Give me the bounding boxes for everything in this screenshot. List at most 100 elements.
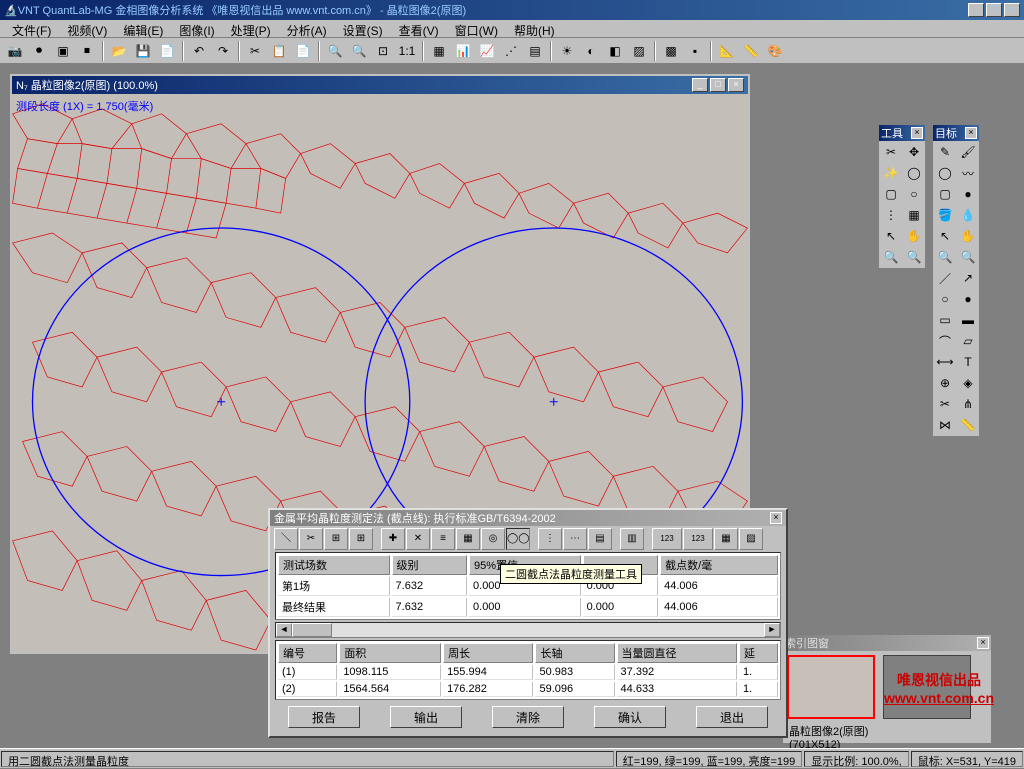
fillellipse-icon[interactable]: ● xyxy=(957,289,979,309)
wand-tool-icon[interactable]: ✨ xyxy=(880,163,902,183)
menu-window[interactable]: 窗口(W) xyxy=(447,21,506,36)
dimension-icon[interactable]: ⟷ xyxy=(934,352,956,372)
new-icon[interactable]: 📄 xyxy=(156,40,178,62)
output-button[interactable]: 输出 xyxy=(390,706,462,728)
tool-colors2-icon[interactable]: ▨ xyxy=(739,528,763,550)
table1-hscrollbar[interactable]: ◄► xyxy=(275,622,781,638)
img-minimize-button[interactable]: _ xyxy=(692,78,708,92)
tool-grid8-icon[interactable]: ⊞ xyxy=(349,528,373,550)
tool-cross-icon[interactable]: ✚ xyxy=(381,528,405,550)
stop-icon[interactable]: ⏹ xyxy=(76,40,98,62)
circle-select-icon[interactable]: ○ xyxy=(903,184,925,204)
confirm-button[interactable]: 确认 xyxy=(594,706,666,728)
tool-2circle-icon[interactable]: ◯◯ xyxy=(506,528,530,550)
dialog-close-icon[interactable]: × xyxy=(770,512,782,524)
scissor-icon[interactable]: ✂ xyxy=(934,394,956,414)
scatter-icon[interactable]: ⋰ xyxy=(500,40,522,62)
tool-xcross-icon[interactable]: ✕ xyxy=(406,528,430,550)
grid-tool-icon[interactable]: ▦ xyxy=(903,205,925,225)
overlay-icon[interactable]: ▤ xyxy=(524,40,546,62)
tool-cut-icon[interactable]: ✂ xyxy=(299,528,323,550)
maximize-button[interactable]: ❐ xyxy=(986,3,1002,17)
menu-file[interactable]: 文件(F) xyxy=(4,21,59,36)
tool-hlines-icon[interactable]: ≡ xyxy=(431,528,455,550)
camera-icon[interactable]: 📷 xyxy=(4,40,26,62)
menu-analyze[interactable]: 分析(A) xyxy=(279,21,335,36)
spray-icon[interactable]: 〰 xyxy=(957,163,979,183)
zoomin-tool-icon[interactable]: 🔍 xyxy=(880,247,902,267)
join-icon[interactable]: ⋈ xyxy=(934,415,956,435)
tool-grid4-icon[interactable]: ⊞ xyxy=(324,528,348,550)
ruler-icon[interactable]: 📐 xyxy=(716,40,738,62)
record-icon[interactable]: ⏺ xyxy=(28,40,50,62)
save-icon[interactable]: 💾 xyxy=(132,40,154,62)
lasso-tool-icon[interactable]: ◯ xyxy=(903,163,925,183)
pointer-tool-icon[interactable]: ↖ xyxy=(880,226,902,246)
img-maximize-button[interactable]: □ xyxy=(710,78,726,92)
measure-icon[interactable]: 📏 xyxy=(740,40,762,62)
rect-select-icon[interactable]: ▢ xyxy=(880,184,902,204)
exit-button[interactable]: 退出 xyxy=(696,706,768,728)
paste-icon[interactable]: 📄 xyxy=(292,40,314,62)
open-icon[interactable]: 📂 xyxy=(108,40,130,62)
fillcircle-icon[interactable]: ● xyxy=(957,184,979,204)
tzoomout-icon[interactable]: 🔍 xyxy=(957,247,979,267)
img-close-button[interactable]: × xyxy=(728,78,744,92)
tool-dots3-icon[interactable]: ⋮ xyxy=(538,528,562,550)
tzoomin-icon[interactable]: 🔍 xyxy=(934,247,956,267)
tool-grid-icon[interactable]: ▦ xyxy=(456,528,480,550)
capture-icon[interactable]: ▣ xyxy=(52,40,74,62)
histogram-icon[interactable]: 📊 xyxy=(452,40,474,62)
tpointer-icon[interactable]: ↖ xyxy=(934,226,956,246)
zoomout-icon[interactable]: 🔍 xyxy=(348,40,370,62)
menu-image[interactable]: 图像(I) xyxy=(171,21,222,36)
menu-process[interactable]: 处理(P) xyxy=(223,21,279,36)
dots-tool-icon[interactable]: ⋮ xyxy=(880,205,902,225)
redo-icon[interactable]: ↷ xyxy=(212,40,234,62)
thumbnail-selected[interactable] xyxy=(787,655,875,719)
tool-123a-icon[interactable]: 123 xyxy=(652,528,682,550)
dropper-icon[interactable]: 💧 xyxy=(957,205,979,225)
split-icon[interactable]: ⋔ xyxy=(957,394,979,414)
minimize-button[interactable]: _ xyxy=(968,3,984,17)
menu-help[interactable]: 帮助(H) xyxy=(506,21,563,36)
tool-target-icon[interactable]: ◎ xyxy=(481,528,505,550)
index-panel-close-icon[interactable]: × xyxy=(977,637,989,649)
tools-panel-close-icon[interactable]: × xyxy=(911,127,923,139)
onetoone-icon[interactable]: 1:1 xyxy=(396,40,418,62)
fill-icon[interactable]: 🪣 xyxy=(934,205,956,225)
tool-dots6-icon[interactable]: ⋯ xyxy=(563,528,587,550)
anchor-icon[interactable]: ⊕ xyxy=(934,373,956,393)
cut-icon[interactable]: ✂ xyxy=(244,40,266,62)
close-button[interactable]: × xyxy=(1004,3,1020,17)
hand-tool-icon[interactable]: ✋ xyxy=(903,226,925,246)
chart-icon[interactable]: 📈 xyxy=(476,40,498,62)
menu-settings[interactable]: 设置(S) xyxy=(335,21,391,36)
brightness-icon[interactable]: ☀ xyxy=(556,40,578,62)
zoomout-tool-icon[interactable]: 🔍 xyxy=(903,247,925,267)
invert-icon[interactable]: ◧ xyxy=(604,40,626,62)
copy-icon[interactable]: 📋 xyxy=(268,40,290,62)
text-icon[interactable]: T xyxy=(957,352,979,372)
threshold-icon[interactable]: ▨ xyxy=(628,40,650,62)
rect-icon[interactable]: ▭ xyxy=(934,310,956,330)
move-tool-icon[interactable]: ✥ xyxy=(903,142,925,162)
ellipse-icon[interactable]: ○ xyxy=(934,289,956,309)
filter1-icon[interactable]: ▩ xyxy=(660,40,682,62)
tool-bars-icon[interactable]: ▥ xyxy=(620,528,644,550)
pencil-icon[interactable]: ✎ xyxy=(934,142,956,162)
undo-icon[interactable]: ↶ xyxy=(188,40,210,62)
thand-icon[interactable]: ✋ xyxy=(957,226,979,246)
contrast-icon[interactable]: ◐ xyxy=(580,40,602,62)
polygon-icon[interactable]: ▱ xyxy=(957,331,979,351)
crop-tool-icon[interactable]: ✂ xyxy=(880,142,902,162)
measure2-icon[interactable]: 📏 xyxy=(957,415,979,435)
report-button[interactable]: 报告 xyxy=(288,706,360,728)
tool-compare-icon[interactable]: ▤ xyxy=(588,528,612,550)
image-window-title[interactable]: N₇ 晶粒图像2(原图) (100.0%) _ □ × xyxy=(12,76,748,94)
tool-line-icon[interactable]: ＼ xyxy=(274,528,298,550)
fit-icon[interactable]: ⊡ xyxy=(372,40,394,62)
dialog-title[interactable]: 金属平均晶粒度测定法 (截点线): 执行标准GB/T6394-2002 xyxy=(274,510,556,526)
filter2-icon[interactable]: ▪ xyxy=(684,40,706,62)
fillrect-icon[interactable]: ▬ xyxy=(957,310,979,330)
